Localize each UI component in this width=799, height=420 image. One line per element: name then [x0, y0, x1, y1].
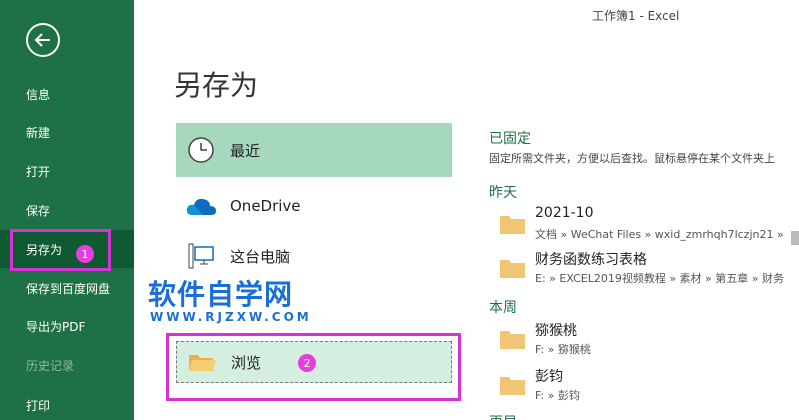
section-heading-this-week: 本周 [489, 300, 517, 316]
folder-icon [500, 331, 525, 349]
folder-path: F: » 彭钧 [535, 389, 580, 402]
sidebar-item-history: 历史记录 [26, 358, 75, 373]
location-label: OneDrive [230, 197, 301, 215]
location-recent[interactable]: 最近 [176, 123, 452, 177]
computer-icon [184, 241, 218, 271]
sidebar-item-open[interactable]: 打开 [0, 152, 134, 190]
section-heading-earlier: 更早 [489, 412, 517, 420]
location-label: 这台电脑 [230, 247, 291, 266]
folder-name: 彭钧 [535, 369, 563, 385]
excel-backstage: 信息 新建 打开 保存 另存为 保存到百度网盘 导出为PDF 历史记录 打印 工… [0, 0, 799, 420]
back-arrow-icon[interactable] [26, 23, 60, 57]
watermark: 软件自学网 WWW.RJZXW.COM [148, 278, 312, 325]
folder-name: 财务函数练习表格 [535, 252, 647, 268]
folder-icon [500, 216, 525, 234]
folder-name: 2021-10 [535, 205, 594, 221]
folder-name: 猕猴桃 [535, 323, 577, 339]
watermark-text: 软件自学网 [148, 278, 294, 311]
highlight-box-save-as [10, 229, 111, 271]
folder-path: E: » EXCEL2019视频教程 » 素材 » 第五章 » 财务 [535, 272, 784, 285]
folder-path: F: » 猕猴桃 [535, 343, 591, 356]
folder-icon [500, 260, 525, 278]
sidebar-item-new[interactable]: 新建 [0, 113, 134, 151]
location-this-pc[interactable]: 这台电脑 [176, 229, 452, 283]
section-heading-yesterday: 昨天 [489, 185, 517, 201]
clock-icon [184, 135, 218, 165]
pin-icon[interactable] [791, 231, 799, 245]
step-badge-1: 1 [76, 245, 94, 263]
sidebar-item-info[interactable]: 信息 [0, 75, 134, 113]
recent-folders-panel: 已固定 固定所需文件夹，方便以后查找。鼠标悬停在某个文件夹上 昨天 2021-1… [454, 123, 799, 420]
step-badge-2: 2 [298, 354, 316, 372]
sidebar-item-save-to-baidu[interactable]: 保存到百度网盘 [0, 269, 134, 307]
section-heading-pinned: 已固定 [489, 131, 531, 147]
folder-path: 文档 » WeChat Files » wxid_zmrhqh7lczjn21 … [535, 228, 784, 241]
cloud-icon [184, 191, 218, 221]
location-label: 最近 [230, 141, 261, 160]
page-title: 另存为 [174, 69, 259, 102]
sidebar-item-export-pdf[interactable]: 导出为PDF [0, 307, 134, 345]
sidebar: 信息 新建 打开 保存 另存为 保存到百度网盘 导出为PDF 历史记录 打印 [0, 0, 134, 420]
sidebar-item-save[interactable]: 保存 [0, 191, 134, 229]
folder-icon [500, 377, 525, 395]
window-title: 工作簿1 - Excel [592, 9, 680, 23]
sidebar-item-print[interactable]: 打印 [0, 386, 134, 420]
location-onedrive[interactable]: OneDrive [176, 179, 452, 233]
watermark-url: WWW.RJZXW.COM [150, 310, 312, 324]
section-description: 固定所需文件夹，方便以后查找。鼠标悬停在某个文件夹上 [489, 152, 775, 165]
